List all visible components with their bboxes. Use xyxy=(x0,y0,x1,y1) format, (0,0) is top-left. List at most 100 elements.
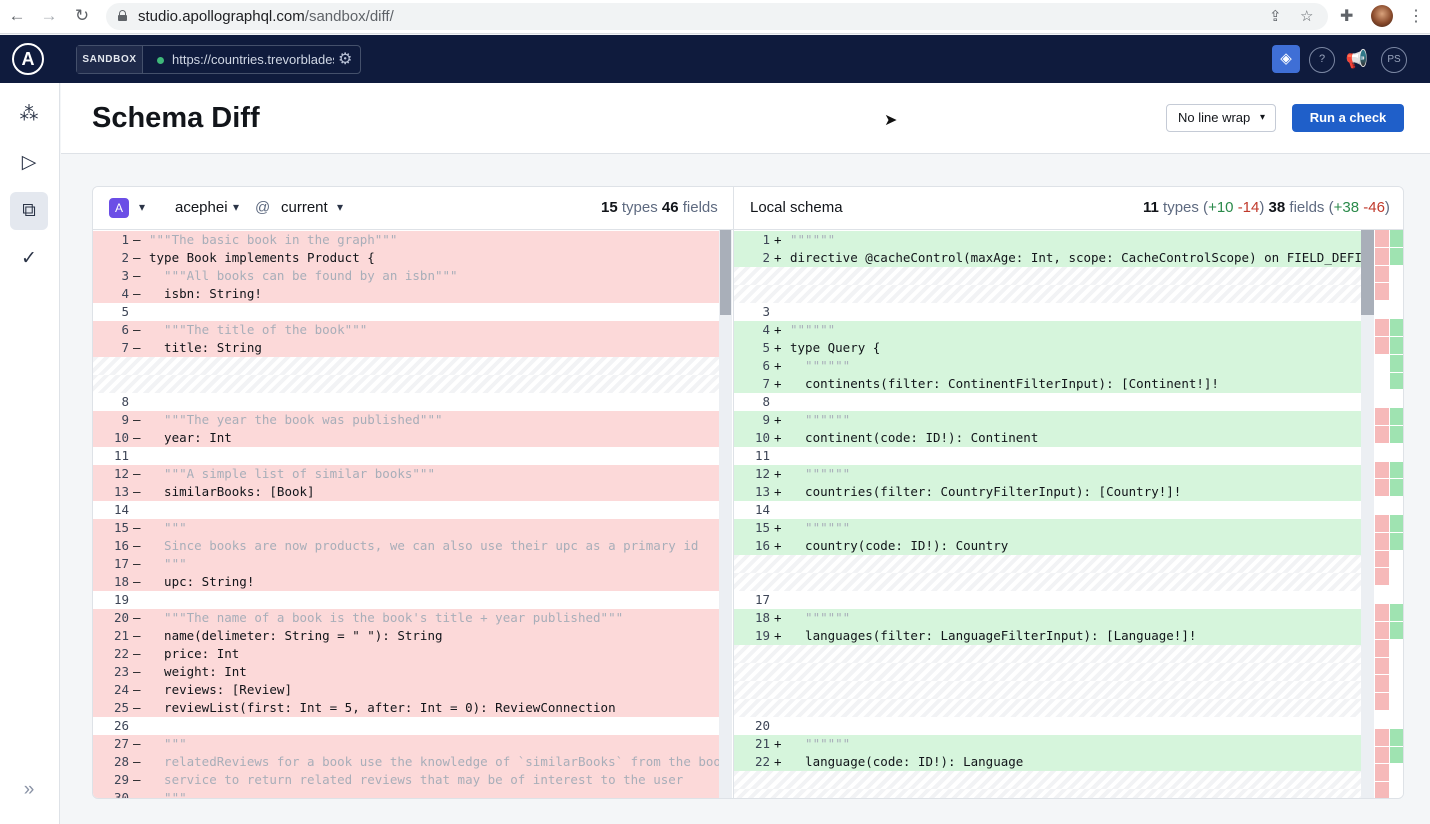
right-scrollbar[interactable] xyxy=(1361,230,1374,798)
line-text: """The year the book was published""" xyxy=(149,412,443,427)
line-number: 11 xyxy=(113,448,129,463)
graph-avatar-icon[interactable]: A xyxy=(109,198,129,218)
line-text: """""" xyxy=(790,232,836,247)
left-scrollbar[interactable] xyxy=(719,230,732,798)
help-icon[interactable]: ? xyxy=(1309,47,1335,73)
line-number: 6 xyxy=(762,358,770,373)
code-line: 11 xyxy=(93,447,719,465)
play-icon[interactable]: ▷ xyxy=(10,144,48,182)
run-check-button[interactable]: Run a check xyxy=(1292,104,1404,132)
right-scrollbar-thumb[interactable] xyxy=(1361,230,1374,315)
line-number: 2 xyxy=(121,250,129,265)
right-types-count: 11 xyxy=(1143,199,1159,216)
diff-icon[interactable]: ⧉ xyxy=(10,192,48,230)
sandbox-endpoint-bar[interactable]: SANDBOX https://countries.trevorblades.c… xyxy=(76,45,361,74)
user-avatar[interactable]: PS xyxy=(1381,47,1407,73)
code-line: 21 — name(delimeter: String = " "): Strin… xyxy=(93,627,719,645)
graph-icon[interactable]: ⁂ xyxy=(10,96,48,134)
lock-icon xyxy=(118,10,127,21)
line-number: 4 xyxy=(121,286,129,301)
line-text: """ xyxy=(149,790,187,799)
minimap-deleted-mark xyxy=(1375,782,1389,798)
back-arrow-icon[interactable]: ← xyxy=(6,6,28,26)
more-icon[interactable]: ⋮ xyxy=(1408,6,1424,26)
code-line: 15 + """""" xyxy=(734,519,1361,537)
graph-select[interactable]: acephei xyxy=(175,199,228,216)
code-line: 5 + type Query { xyxy=(734,339,1361,357)
diff-marker: — xyxy=(133,286,141,301)
line-text: """ xyxy=(149,520,187,535)
diff-marker: — xyxy=(133,610,141,625)
extensions-icon[interactable]: ✚ xyxy=(1340,6,1353,26)
browser-profile-avatar[interactable] xyxy=(1371,5,1393,27)
reload-icon[interactable]: ↻ xyxy=(71,6,93,26)
connection-status-dot xyxy=(157,57,164,64)
minimap-deleted-mark xyxy=(1375,568,1389,586)
code-line: 3 xyxy=(734,303,1361,321)
browser-toolbar: ← → ↻ studio.apollographql.com/sandbox/d… xyxy=(0,0,1430,34)
layers-icon[interactable]: ◈ xyxy=(1272,45,1300,73)
line-wrap-select[interactable]: No line wrap ▾ xyxy=(1166,104,1276,132)
code-line: 22 + language(code: ID!): Language xyxy=(734,753,1361,771)
diff-marker: — xyxy=(133,430,141,445)
line-number: 21 xyxy=(754,736,770,751)
variant-select[interactable]: current xyxy=(281,199,328,216)
line-text: price: Int xyxy=(149,646,240,661)
code-line: 6 + """""" xyxy=(734,357,1361,375)
diff-minimap[interactable] xyxy=(1361,230,1403,798)
right-code-pane[interactable]: 1 + """""" 2 + directive @cacheControl(maxAge… xyxy=(734,231,1361,798)
forward-arrow-icon[interactable]: → xyxy=(38,6,60,26)
diff-marker: — xyxy=(133,700,141,715)
chevron-down-icon[interactable]: ▾ xyxy=(337,200,343,214)
minimap-deleted-mark xyxy=(1375,621,1389,639)
address-bar[interactable]: studio.apollographql.com/sandbox/diff/ ⇪… xyxy=(106,3,1328,30)
minimap-deleted-mark xyxy=(1375,728,1389,746)
line-text: upc: String! xyxy=(149,574,255,589)
diff-marker: — xyxy=(133,268,141,283)
line-number: 30 xyxy=(113,790,129,799)
code-line: 19 xyxy=(93,591,719,609)
apollo-logo[interactable]: A xyxy=(12,43,44,75)
line-number: 12 xyxy=(113,466,129,481)
line-number: 13 xyxy=(754,484,770,499)
line-number: 18 xyxy=(754,610,770,625)
minimap-deleted-mark xyxy=(1375,657,1389,675)
line-text: """""" xyxy=(790,736,851,751)
star-icon[interactable]: ☆ xyxy=(1300,7,1313,25)
share-icon[interactable]: ⇪ xyxy=(1269,7,1282,25)
minimap-added-mark xyxy=(1390,515,1403,532)
endpoint-url[interactable]: https://countries.trevorblades.com xyxy=(172,52,334,67)
code-line: 2 — type Book implements Product { xyxy=(93,249,719,267)
left-scrollbar-thumb[interactable] xyxy=(720,230,731,315)
expand-icon[interactable]: » xyxy=(10,771,48,809)
line-text: relatedReviews for a book use the knowle… xyxy=(149,754,719,769)
chevron-down-icon[interactable]: ▾ xyxy=(233,200,239,214)
right-pane-title: Local schema xyxy=(750,199,843,216)
code-line: 27 — """ xyxy=(93,735,719,753)
megaphone-icon[interactable]: 📢 xyxy=(1344,47,1370,73)
diff-marker: — xyxy=(133,754,141,769)
diff-marker: — xyxy=(133,340,141,355)
line-number: 10 xyxy=(113,430,129,445)
line-number: 16 xyxy=(113,538,129,553)
chevron-down-icon[interactable]: ▾ xyxy=(139,200,145,214)
code-line: 16 — Since books are now products, we can… xyxy=(93,537,719,555)
line-number: 3 xyxy=(121,268,129,283)
line-text: similarBooks: [Book] xyxy=(149,484,315,499)
gear-icon[interactable]: ⚙ xyxy=(338,49,352,69)
code-line: 29 — service to return related reviews th… xyxy=(93,771,719,789)
code-line: 10 — year: Int xyxy=(93,429,719,447)
line-number: 16 xyxy=(754,538,770,553)
line-text: """All books can be found by an isbn""" xyxy=(149,268,458,283)
line-number: 3 xyxy=(762,304,770,319)
left-fields-label: fields xyxy=(682,199,718,216)
line-text: """""" xyxy=(790,610,851,625)
left-code-pane[interactable]: 1 — """The basic book in the graph""" 2 — typ… xyxy=(93,231,719,799)
code-line: 8 xyxy=(734,393,1361,411)
check-icon[interactable]: ✓ xyxy=(10,240,48,278)
code-line xyxy=(734,267,1361,285)
line-text: year: Int xyxy=(149,430,232,445)
minimap-added-mark xyxy=(1390,621,1403,639)
diff-marker: — xyxy=(133,466,141,481)
code-line: 17 xyxy=(734,591,1361,609)
